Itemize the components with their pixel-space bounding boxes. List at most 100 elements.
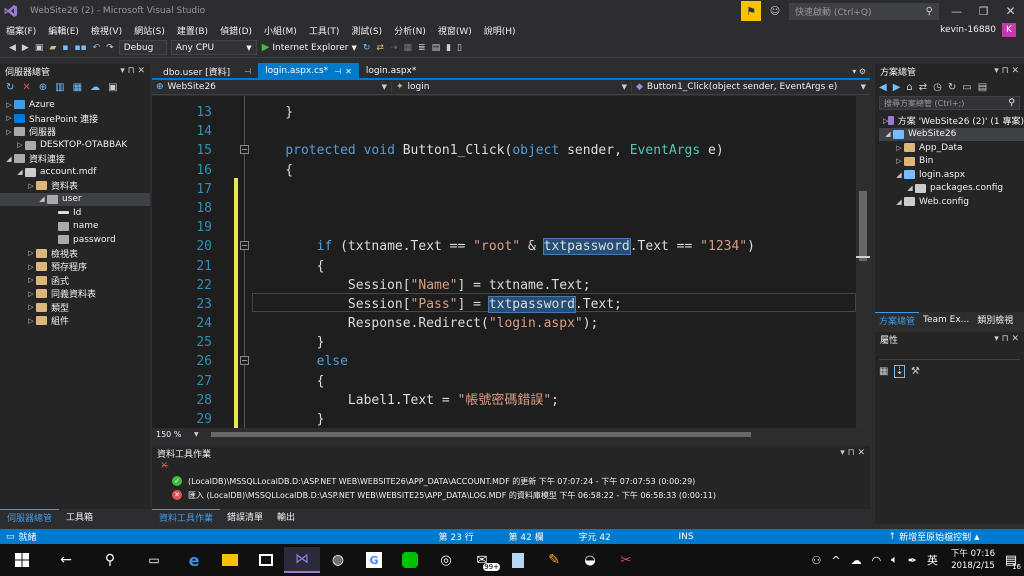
tree-item[interactable]: ▷ 類型 (0, 301, 150, 315)
expand-arrow-icon[interactable]: ◢ (894, 171, 904, 179)
collapse-toggle-15[interactable]: − (240, 145, 249, 154)
expand-arrow-icon[interactable]: ▷ (26, 263, 36, 271)
mail-icon[interactable]: ✉ 99+ (464, 547, 500, 573)
network-icon[interactable]: ◠ (872, 554, 882, 567)
vertical-scrollbar[interactable] (856, 96, 870, 428)
config-select[interactable]: Debug (118, 40, 167, 55)
azure-icon[interactable]: ☁ (90, 82, 100, 93)
tab-login-aspx[interactable]: login.aspx* (359, 63, 424, 79)
code-line[interactable]: Session["Pass"] = txtpassword.Text; (254, 295, 755, 314)
tab-data-tools[interactable]: 資料工具作業 (152, 508, 221, 525)
tab-class-view[interactable]: 類別檢視 (973, 312, 1017, 328)
code-line[interactable]: Label1.Text = "帳號密碼錯誤"; (254, 391, 755, 410)
forward-icon[interactable]: ▶ (893, 82, 901, 93)
tree-item[interactable]: ▷ 組件 (0, 314, 150, 328)
tree-item[interactable]: ▷ App_Data (879, 141, 1024, 155)
menu-item[interactable]: 偵錯(D) (214, 24, 258, 37)
step-icon[interactable]: ⇢ (387, 40, 401, 56)
bookmark-nav-icon[interactable]: ▯ (454, 40, 465, 56)
code-line[interactable]: else (254, 352, 755, 371)
pin-icon[interactable]: ⊣ (244, 67, 251, 76)
expand-arrow-icon[interactable]: ◢ (4, 155, 14, 163)
code-line[interactable] (254, 180, 755, 199)
platform-select[interactable]: Any CPU ▼ (170, 40, 257, 55)
tree-item[interactable]: ▷ 方案 'WebSite26 (2)' (1 專案) (879, 114, 1024, 128)
code-line[interactable]: { (254, 161, 755, 180)
scrollbar-thumb[interactable] (859, 191, 867, 261)
code-text[interactable]: } protected void Button1_Click(object se… (254, 103, 755, 428)
browser-link-icon[interactable]: ⇄ (373, 40, 387, 56)
file-explorer-icon[interactable] (212, 547, 248, 573)
code-line[interactable]: Session["Name"] = txtname.Text; (254, 276, 755, 295)
tree-item[interactable]: ▷ DESKTOP-OTABBAK (0, 139, 150, 153)
menu-item[interactable]: 檢視(V) (85, 24, 128, 37)
menu-item[interactable]: 小組(M) (258, 24, 303, 37)
tree-item[interactable]: ▷ 預存程序 (0, 260, 150, 274)
chrome-icon[interactable]: G (356, 547, 392, 573)
bookmark-icon[interactable]: ▮ (443, 40, 454, 56)
close-icon[interactable]: ✕ (345, 67, 352, 76)
code-line[interactable]: { (254, 372, 755, 391)
tab-team-explorer[interactable]: Team Ex... (919, 312, 973, 328)
tab-toolbox[interactable]: 工具箱 (59, 509, 100, 525)
panel-controls[interactable]: ▾ ⊓ ✕ (994, 66, 1019, 76)
expand-arrow-icon[interactable]: ▷ (26, 249, 36, 257)
tree-item[interactable]: ▷ 檢視表 (0, 247, 150, 261)
notification-flag-icon[interactable]: ⚑ (741, 1, 761, 21)
menu-item[interactable]: 測試(S) (345, 24, 388, 37)
pin-icon[interactable]: ⊣ (334, 67, 341, 76)
pen-icon[interactable]: ✒ (908, 554, 917, 567)
menu-item[interactable]: 視窗(W) (432, 24, 478, 37)
apple-icon[interactable]: ◒ (572, 547, 608, 573)
panel-controls[interactable]: ▾ ⊓ ✕ (120, 66, 145, 76)
properties-object-select[interactable] (879, 348, 1020, 360)
tree-item[interactable]: ◢ packages.config (879, 182, 1024, 196)
expand-arrow-icon[interactable]: ◢ (894, 198, 904, 206)
code-line[interactable]: Response.Redirect("login.aspx"); (254, 314, 755, 333)
code-line[interactable] (254, 199, 755, 218)
zoom-level[interactable]: 150 % (152, 430, 194, 439)
collapse-icon[interactable]: ▭ (962, 82, 971, 93)
back-arrow-icon[interactable]: ← (44, 547, 88, 573)
menu-item[interactable]: 分析(N) (388, 24, 432, 37)
menu-item[interactable]: 說明(H) (478, 24, 522, 37)
refresh-icon[interactable]: ↻ (948, 82, 956, 93)
restore-button[interactable]: ❐ (970, 5, 997, 18)
tab-login-aspx-cs[interactable]: login.aspx.cs* ⊣ ✕ (258, 63, 359, 79)
solution-search[interactable]: 搜尋方案總管 (Ctrl+;) ⚲ (879, 96, 1020, 110)
clear-all-icon[interactable]: ⨯̶ (152, 460, 870, 474)
wrench-icon[interactable]: ⚒ (911, 366, 920, 377)
close-button[interactable]: ✕ (997, 4, 1024, 18)
task-view-icon[interactable]: ▭ (132, 547, 176, 573)
back-icon[interactable]: ◀ (879, 82, 887, 93)
menu-item[interactable]: 編輯(E) (42, 24, 85, 37)
expand-arrow-icon[interactable]: ▷ (4, 128, 14, 136)
history-icon[interactable]: ◷ (933, 82, 942, 93)
chevron-up-icon[interactable]: ^ (831, 554, 840, 567)
tree-item[interactable]: ▷ 函式 (0, 274, 150, 288)
clock[interactable]: 下午 07:16 2018/2/15 (948, 548, 998, 572)
expand-arrow-icon[interactable]: ◢ (883, 130, 893, 138)
code-line[interactable] (254, 218, 755, 237)
tab-error-list[interactable]: 錯誤清單 (220, 509, 270, 525)
tab-dbo-user[interactable]: dbo.user [資料] ⊣ (156, 63, 258, 79)
expand-arrow-icon[interactable]: ▷ (894, 157, 904, 165)
expand-arrow-icon[interactable]: ▷ (4, 114, 14, 122)
sync-icon[interactable]: ⇄ (919, 82, 927, 93)
people-icon[interactable]: ⚇ (811, 554, 821, 567)
run-button[interactable]: ▶ Internet Explorer ▼ (259, 40, 360, 56)
categorized-icon[interactable]: ▦ (879, 366, 888, 377)
tree-item[interactable]: ▷ 同義資料表 (0, 287, 150, 301)
home-icon[interactable]: ⌂ (906, 82, 912, 93)
forward-icon[interactable]: ▶ (19, 40, 32, 56)
open-file-icon[interactable]: ▰ (46, 40, 59, 56)
expand-arrow-icon[interactable]: ▷ (4, 101, 14, 109)
ime-indicator[interactable]: 英 (927, 552, 938, 568)
edge-icon[interactable]: e (176, 547, 212, 573)
expand-arrow-icon[interactable]: ▷ (26, 303, 36, 311)
tree-item[interactable]: ▷ Bin (879, 155, 1024, 169)
snipping-tool-icon[interactable]: ✂ (608, 547, 644, 573)
user-name[interactable]: kevin-16880 (940, 25, 996, 35)
project-dropdown[interactable]: ⊕ WebSite26 ▼ (152, 82, 392, 92)
code-line[interactable]: } (254, 333, 755, 352)
